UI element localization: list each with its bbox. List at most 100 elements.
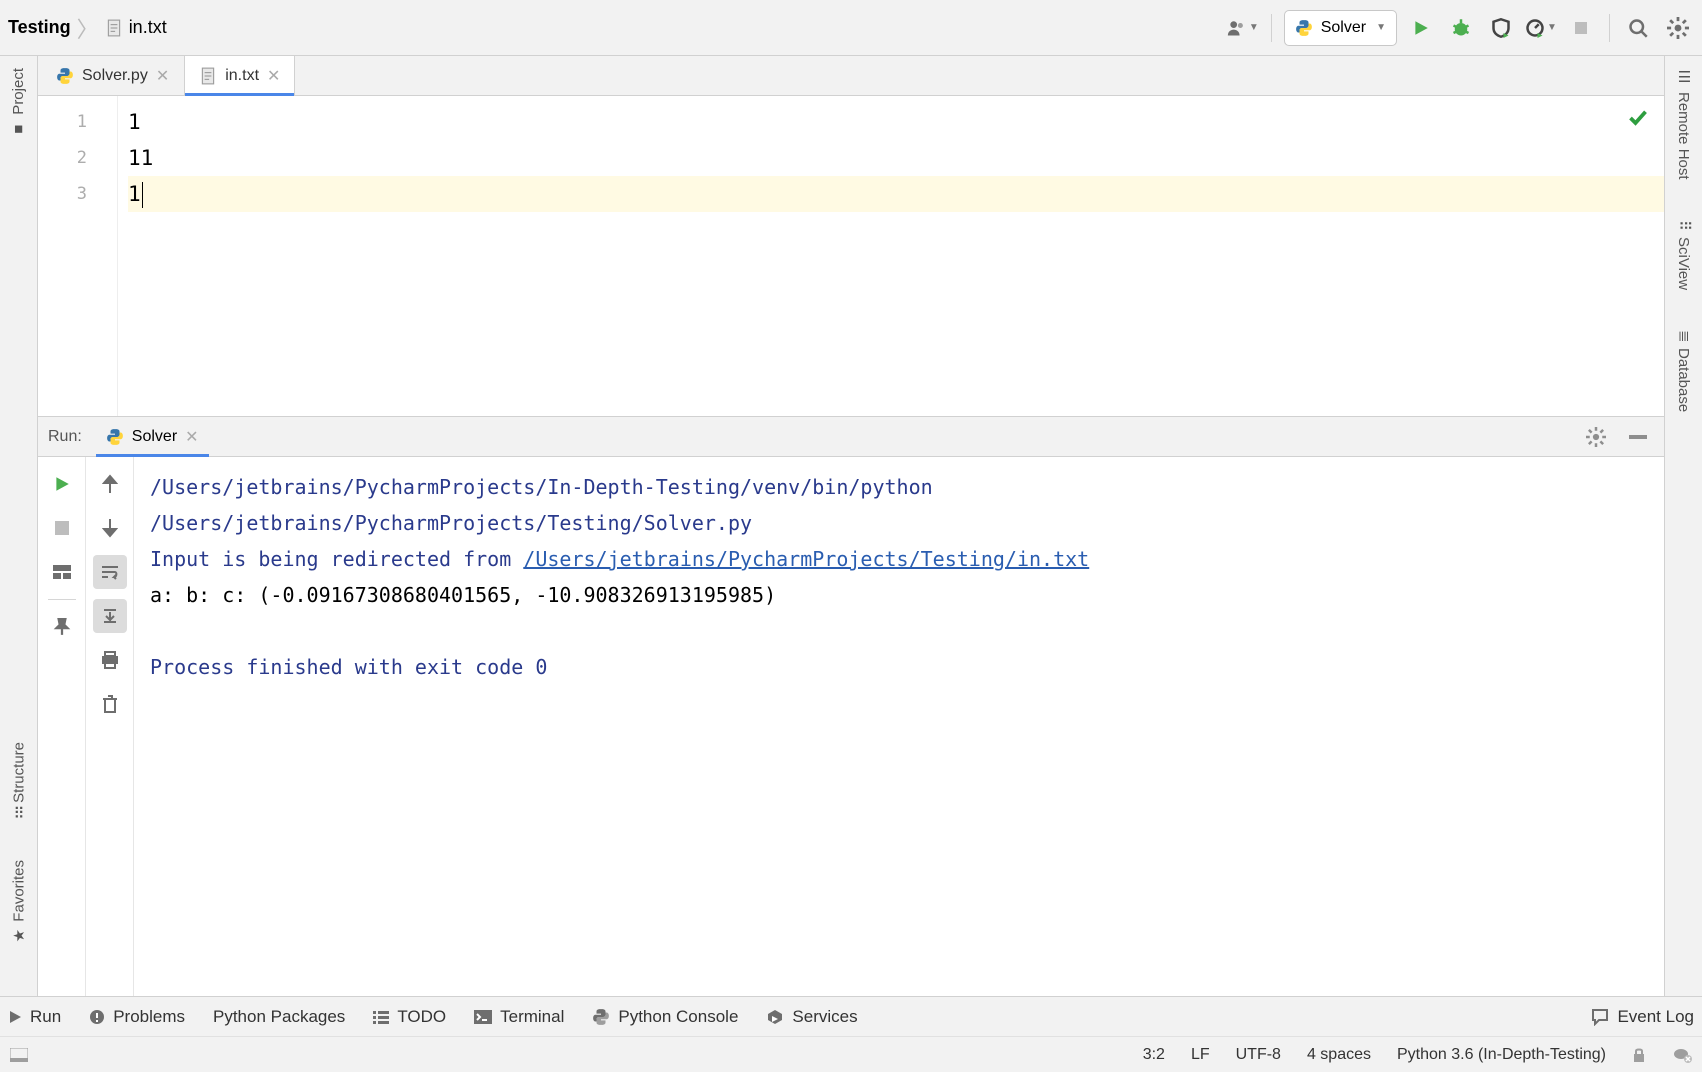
scroll-to-end-icon[interactable] bbox=[93, 599, 127, 633]
structure-icon: ⠿ bbox=[13, 806, 24, 824]
text: 1 bbox=[128, 110, 141, 134]
run-button[interactable] bbox=[1405, 12, 1437, 44]
debug-button[interactable] bbox=[1445, 12, 1477, 44]
run-panel-body: /Users/jetbrains/PycharmProjects/In-Dept… bbox=[38, 457, 1664, 996]
chevron-down-icon: ▼ bbox=[1547, 22, 1557, 33]
text-file-icon bbox=[105, 19, 123, 37]
editor-tab-label: Solver.py bbox=[82, 67, 148, 85]
tool-remote-host[interactable]: ☰ Remote Host bbox=[1675, 68, 1693, 180]
tab-python-packages[interactable]: Python Packages bbox=[213, 1007, 345, 1027]
editor[interactable]: 1 2 3 1 11 1 bbox=[38, 96, 1664, 416]
folder-icon: ■ bbox=[10, 121, 27, 138]
run-panel: Run: Solver ✕ bbox=[38, 416, 1664, 996]
breadcrumb-file[interactable]: in.txt bbox=[129, 17, 167, 38]
line-number[interactable]: 3 bbox=[38, 176, 117, 212]
run-panel-title: Run: bbox=[48, 428, 82, 446]
tool-sciview[interactable]: ⠿ SciView bbox=[1675, 220, 1693, 290]
star-icon: ★ bbox=[10, 928, 28, 946]
tool-structure[interactable]: ⠿ Structure bbox=[10, 742, 28, 820]
tool-favorites[interactable]: ★ Favorites bbox=[10, 860, 28, 946]
user-icon[interactable]: ▼ bbox=[1227, 12, 1259, 44]
list-icon bbox=[373, 1010, 389, 1024]
indent-setting[interactable]: 4 spaces bbox=[1307, 1046, 1371, 1064]
interpreter[interactable]: Python 3.6 (In-Depth-Testing) bbox=[1397, 1046, 1606, 1064]
soft-wrap-icon[interactable] bbox=[93, 555, 127, 589]
main-area: ■ Project ⠿ Structure ★ Favorites Solver… bbox=[0, 56, 1702, 996]
tab-event-log[interactable]: Event Log bbox=[1591, 1007, 1694, 1027]
editor-text[interactable]: 1 11 1 bbox=[118, 96, 1664, 416]
trash-icon[interactable] bbox=[93, 687, 127, 721]
breadcrumb-project[interactable]: Testing bbox=[8, 17, 71, 38]
console-blank bbox=[150, 613, 1648, 649]
stop-run-button[interactable] bbox=[45, 511, 79, 545]
tab-problems[interactable]: Problems bbox=[89, 1007, 185, 1027]
file-encoding[interactable]: UTF-8 bbox=[1236, 1046, 1281, 1064]
line-number[interactable]: 2 bbox=[38, 140, 117, 176]
left-tool-rail: ■ Project ⠿ Structure ★ Favorites bbox=[0, 56, 38, 996]
sciview-icon: ⠿ bbox=[1675, 220, 1693, 231]
run-config-selector[interactable]: Solver ▼ bbox=[1284, 10, 1397, 46]
editor-line[interactable]: 1 bbox=[128, 104, 1664, 140]
status-bar: 3:2 LF UTF-8 4 spaces Python 3.6 (In-Dep… bbox=[0, 1036, 1702, 1072]
python-icon bbox=[56, 67, 74, 85]
lock-icon[interactable] bbox=[1632, 1047, 1646, 1063]
chevron-down-icon: ▼ bbox=[1376, 22, 1386, 33]
print-icon[interactable] bbox=[93, 643, 127, 677]
rerun-button[interactable] bbox=[45, 467, 79, 501]
up-arrow-icon[interactable] bbox=[93, 467, 127, 501]
tool-database[interactable]: ≣ Database bbox=[1675, 330, 1693, 413]
text: 1 bbox=[128, 182, 141, 206]
console-line: Process finished with exit code 0 bbox=[150, 649, 1648, 685]
separator bbox=[1609, 14, 1610, 42]
run-coverage-button[interactable] bbox=[1485, 12, 1517, 44]
editor-line[interactable]: 11 bbox=[128, 140, 1664, 176]
python-icon bbox=[106, 428, 124, 446]
line-separator[interactable]: LF bbox=[1191, 1046, 1210, 1064]
search-icon[interactable] bbox=[1622, 12, 1654, 44]
caret-position[interactable]: 3:2 bbox=[1143, 1046, 1165, 1064]
editor-tab-intxt[interactable]: in.txt ✕ bbox=[184, 56, 295, 95]
right-tool-rail: ☰ Remote Host ⠿ SciView ≣ Database bbox=[1664, 56, 1702, 996]
profile-button[interactable]: ▼ bbox=[1525, 12, 1557, 44]
tab-todo[interactable]: TODO bbox=[373, 1007, 446, 1027]
console-output[interactable]: /Users/jetbrains/PycharmProjects/In-Dept… bbox=[134, 457, 1664, 996]
tab-services-label: Services bbox=[792, 1007, 857, 1027]
editor-tab-solver[interactable]: Solver.py ✕ bbox=[42, 56, 184, 95]
tab-services[interactable]: Services bbox=[766, 1007, 857, 1027]
close-icon[interactable]: ✕ bbox=[156, 66, 169, 86]
quick-list-icon[interactable] bbox=[10, 1048, 28, 1062]
tab-todo-label: TODO bbox=[397, 1007, 446, 1027]
play-icon bbox=[8, 1010, 22, 1024]
text-file-icon bbox=[199, 67, 217, 85]
top-toolbar: Testing 〉 in.txt ▼ Solver ▼ ▼ bbox=[0, 0, 1702, 56]
layout-icon[interactable] bbox=[45, 555, 79, 589]
stop-button[interactable] bbox=[1565, 12, 1597, 44]
warning-icon bbox=[89, 1009, 105, 1025]
gutter[interactable]: 1 2 3 bbox=[38, 96, 118, 416]
editor-line[interactable]: 1 bbox=[128, 176, 1664, 212]
tab-run[interactable]: Run bbox=[8, 1007, 61, 1027]
run-toolbar-secondary bbox=[86, 457, 134, 996]
inspection-ok-icon[interactable] bbox=[1628, 108, 1648, 128]
run-tab-label: Solver bbox=[132, 428, 177, 446]
database-icon: ≣ bbox=[1675, 330, 1693, 343]
pin-icon[interactable] bbox=[45, 610, 79, 644]
console-link[interactable]: /Users/jetbrains/PycharmProjects/Testing… bbox=[523, 547, 1089, 571]
python-icon bbox=[592, 1008, 610, 1026]
line-number[interactable]: 1 bbox=[38, 104, 117, 140]
run-toolbar-primary bbox=[38, 457, 86, 996]
toolbar-right: ▼ Solver ▼ ▼ bbox=[1227, 10, 1694, 46]
tab-python-console[interactable]: Python Console bbox=[592, 1007, 738, 1027]
tool-project[interactable]: ■ Project bbox=[10, 68, 27, 138]
breadcrumb[interactable]: Testing 〉 in.txt bbox=[8, 12, 167, 44]
tab-terminal-label: Terminal bbox=[500, 1007, 564, 1027]
tab-terminal[interactable]: Terminal bbox=[474, 1007, 564, 1027]
ide-status-icon[interactable] bbox=[1672, 1047, 1692, 1063]
down-arrow-icon[interactable] bbox=[93, 511, 127, 545]
hide-panel-icon[interactable] bbox=[1622, 421, 1654, 453]
close-icon[interactable]: ✕ bbox=[267, 66, 280, 86]
run-settings-icon[interactable] bbox=[1580, 421, 1612, 453]
settings-icon[interactable] bbox=[1662, 12, 1694, 44]
close-icon[interactable]: ✕ bbox=[185, 427, 198, 447]
run-tab-solver[interactable]: Solver ✕ bbox=[96, 417, 209, 456]
